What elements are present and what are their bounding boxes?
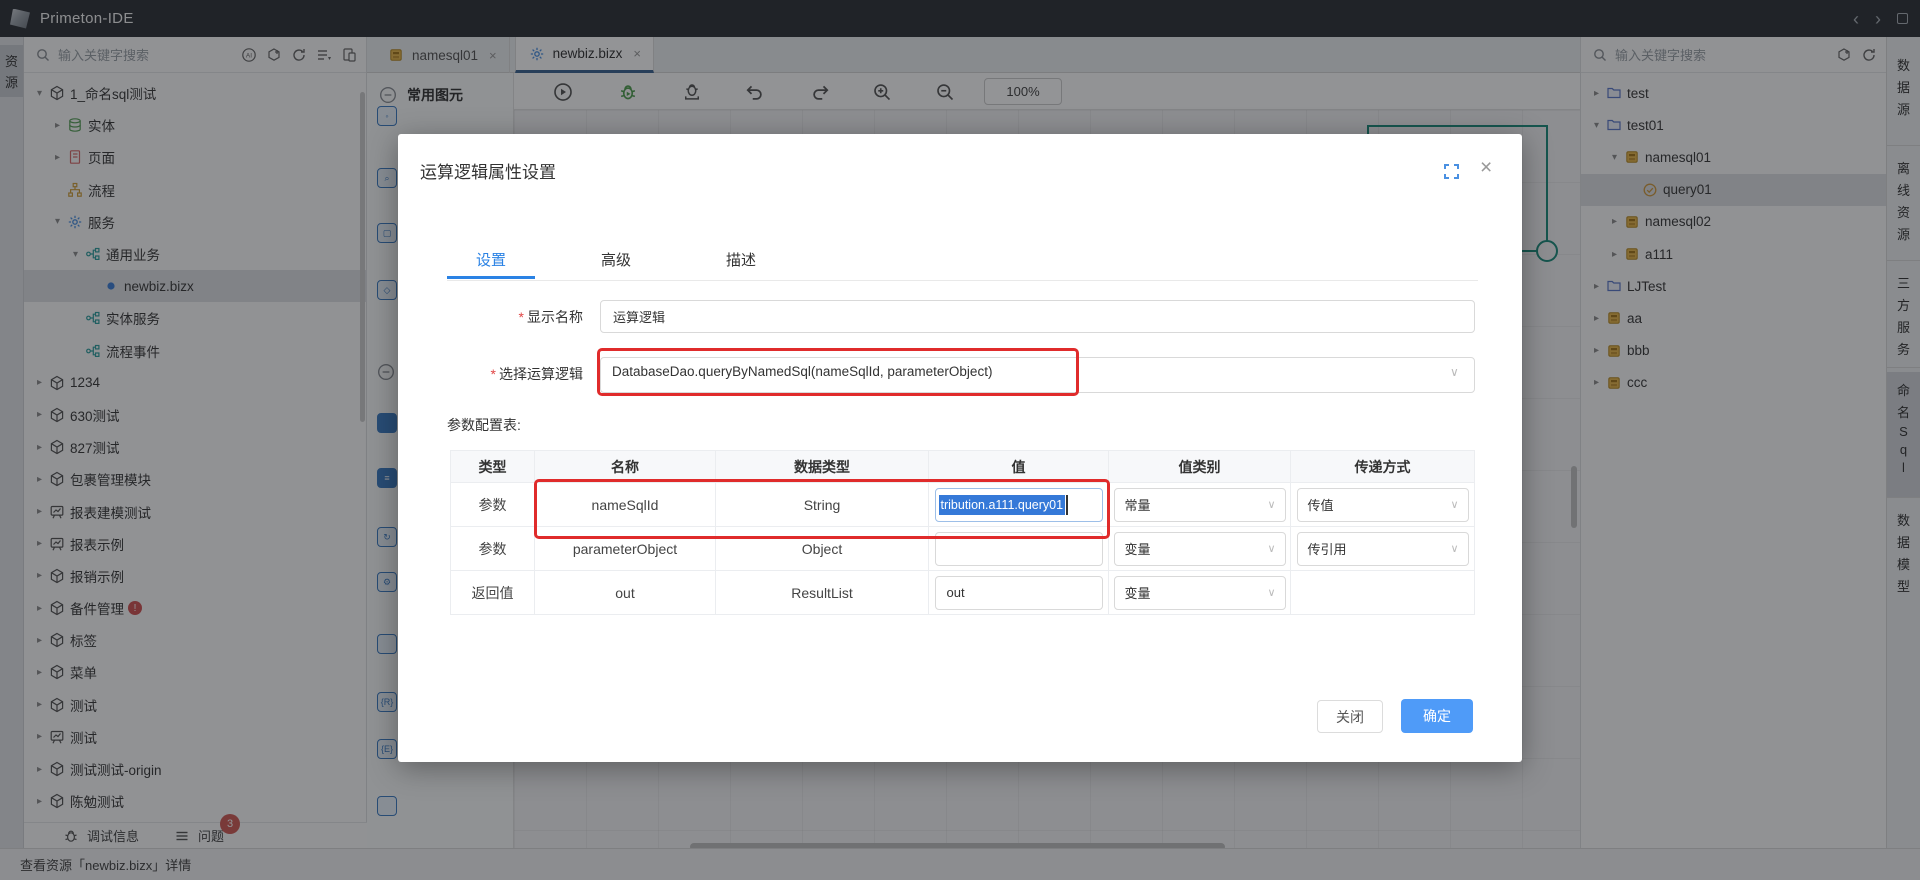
param-name-cell: out bbox=[535, 571, 716, 615]
param-pass-select[interactable]: 传引用 ∨ bbox=[1297, 532, 1469, 566]
param-datatype-cell: Object bbox=[716, 527, 929, 571]
param-row-nameSqlId: 参数nameSqlIdString tribution.a111.query01 常… bbox=[451, 483, 1475, 527]
logic-properties-dialog: 运算逻辑属性设置 × 设置高级描述 *显示名称 *选择运算逻辑 Database… bbox=[398, 134, 1522, 762]
param-pass-cell: 传引用 ∨ bbox=[1291, 527, 1475, 571]
selected-text: tribution.a111.query01 bbox=[939, 495, 1066, 515]
param-category-cell: 变量 ∨ bbox=[1109, 527, 1291, 571]
param-type-cell: 返回值 bbox=[451, 571, 535, 615]
param-type-cell: 参数 bbox=[451, 527, 535, 571]
close-icon[interactable]: × bbox=[1480, 156, 1492, 180]
param-pass-cell: 传值 ∨ bbox=[1291, 483, 1475, 527]
param-category-cell: 常量 ∨ bbox=[1109, 483, 1291, 527]
param-value-cell bbox=[929, 527, 1109, 571]
logic-select-value: DatabaseDao.queryByNamedSql(nameSqlId, p… bbox=[612, 364, 992, 379]
fullscreen-icon[interactable] bbox=[1444, 164, 1459, 179]
param-name-cell: parameterObject bbox=[535, 527, 716, 571]
dialog-tab-设置[interactable]: 设置 bbox=[447, 242, 535, 279]
text-cursor bbox=[1066, 495, 1068, 515]
param-category-cell: 变量 ∨ bbox=[1109, 571, 1291, 615]
select-value: 传引用 bbox=[1308, 539, 1347, 558]
param-category-select[interactable]: 常量 ∨ bbox=[1114, 488, 1286, 522]
logic-select-label: *选择运算逻辑 bbox=[398, 364, 583, 384]
param-datatype-cell: ResultList bbox=[716, 571, 929, 615]
chevron-down-icon: ∨ bbox=[1450, 365, 1459, 379]
param-value-text: out bbox=[939, 585, 965, 600]
param-pass-cell bbox=[1291, 571, 1475, 615]
param-table: 类型名称数据类型值值类别传递方式参数nameSqlIdString tributi… bbox=[450, 450, 1475, 615]
chevron-down-icon: ∨ bbox=[1267, 586, 1275, 599]
param-row-parameterObject: 参数parameterObjectObject 变量 ∨ 传引用 ∨ bbox=[451, 527, 1475, 571]
column-header-1: 名称 bbox=[535, 451, 716, 483]
select-value: 常量 bbox=[1125, 495, 1151, 514]
select-value: 变量 bbox=[1125, 583, 1151, 602]
dialog-title: 运算逻辑属性设置 bbox=[420, 158, 556, 183]
param-row-out: 返回值outResultListout变量∨ bbox=[451, 571, 1475, 615]
display-name-input[interactable] bbox=[600, 300, 1475, 333]
display-name-label: *显示名称 bbox=[398, 307, 583, 327]
param-category-select[interactable]: 变量 ∨ bbox=[1114, 532, 1286, 566]
chevron-down-icon: ∨ bbox=[1267, 542, 1275, 555]
select-value: 变量 bbox=[1125, 539, 1151, 558]
param-type-cell: 参数 bbox=[451, 483, 535, 527]
column-header-3: 值 bbox=[929, 451, 1109, 483]
param-value-cell: out bbox=[929, 571, 1109, 615]
dialog-tab-描述[interactable]: 描述 bbox=[697, 242, 785, 279]
column-header-0: 类型 bbox=[451, 451, 535, 483]
tab-divider bbox=[447, 280, 1478, 281]
param-value-input[interactable] bbox=[935, 532, 1103, 566]
close-button[interactable]: 关闭 bbox=[1317, 700, 1383, 733]
param-value-input[interactable]: out bbox=[935, 576, 1103, 610]
dialog-tab-高级[interactable]: 高级 bbox=[572, 242, 660, 279]
column-header-2: 数据类型 bbox=[716, 451, 929, 483]
chevron-down-icon: ∨ bbox=[1450, 542, 1458, 555]
param-name-cell: nameSqlId bbox=[535, 483, 716, 527]
param-value-input[interactable]: tribution.a111.query01 bbox=[935, 488, 1103, 522]
param-category-select[interactable]: 变量 ∨ bbox=[1114, 576, 1286, 610]
column-header-5: 传递方式 bbox=[1291, 451, 1475, 483]
chevron-down-icon: ∨ bbox=[1450, 498, 1458, 511]
param-pass-select[interactable]: 传值 ∨ bbox=[1297, 488, 1469, 522]
chevron-down-icon: ∨ bbox=[1267, 498, 1275, 511]
param-table-label: 参数配置表: bbox=[447, 415, 521, 435]
param-datatype-cell: String bbox=[716, 483, 929, 527]
column-header-4: 值类别 bbox=[1109, 451, 1291, 483]
param-value-cell: tribution.a111.query01 bbox=[929, 483, 1109, 527]
select-value: 传值 bbox=[1308, 495, 1334, 514]
confirm-button[interactable]: 确定 bbox=[1401, 699, 1473, 733]
